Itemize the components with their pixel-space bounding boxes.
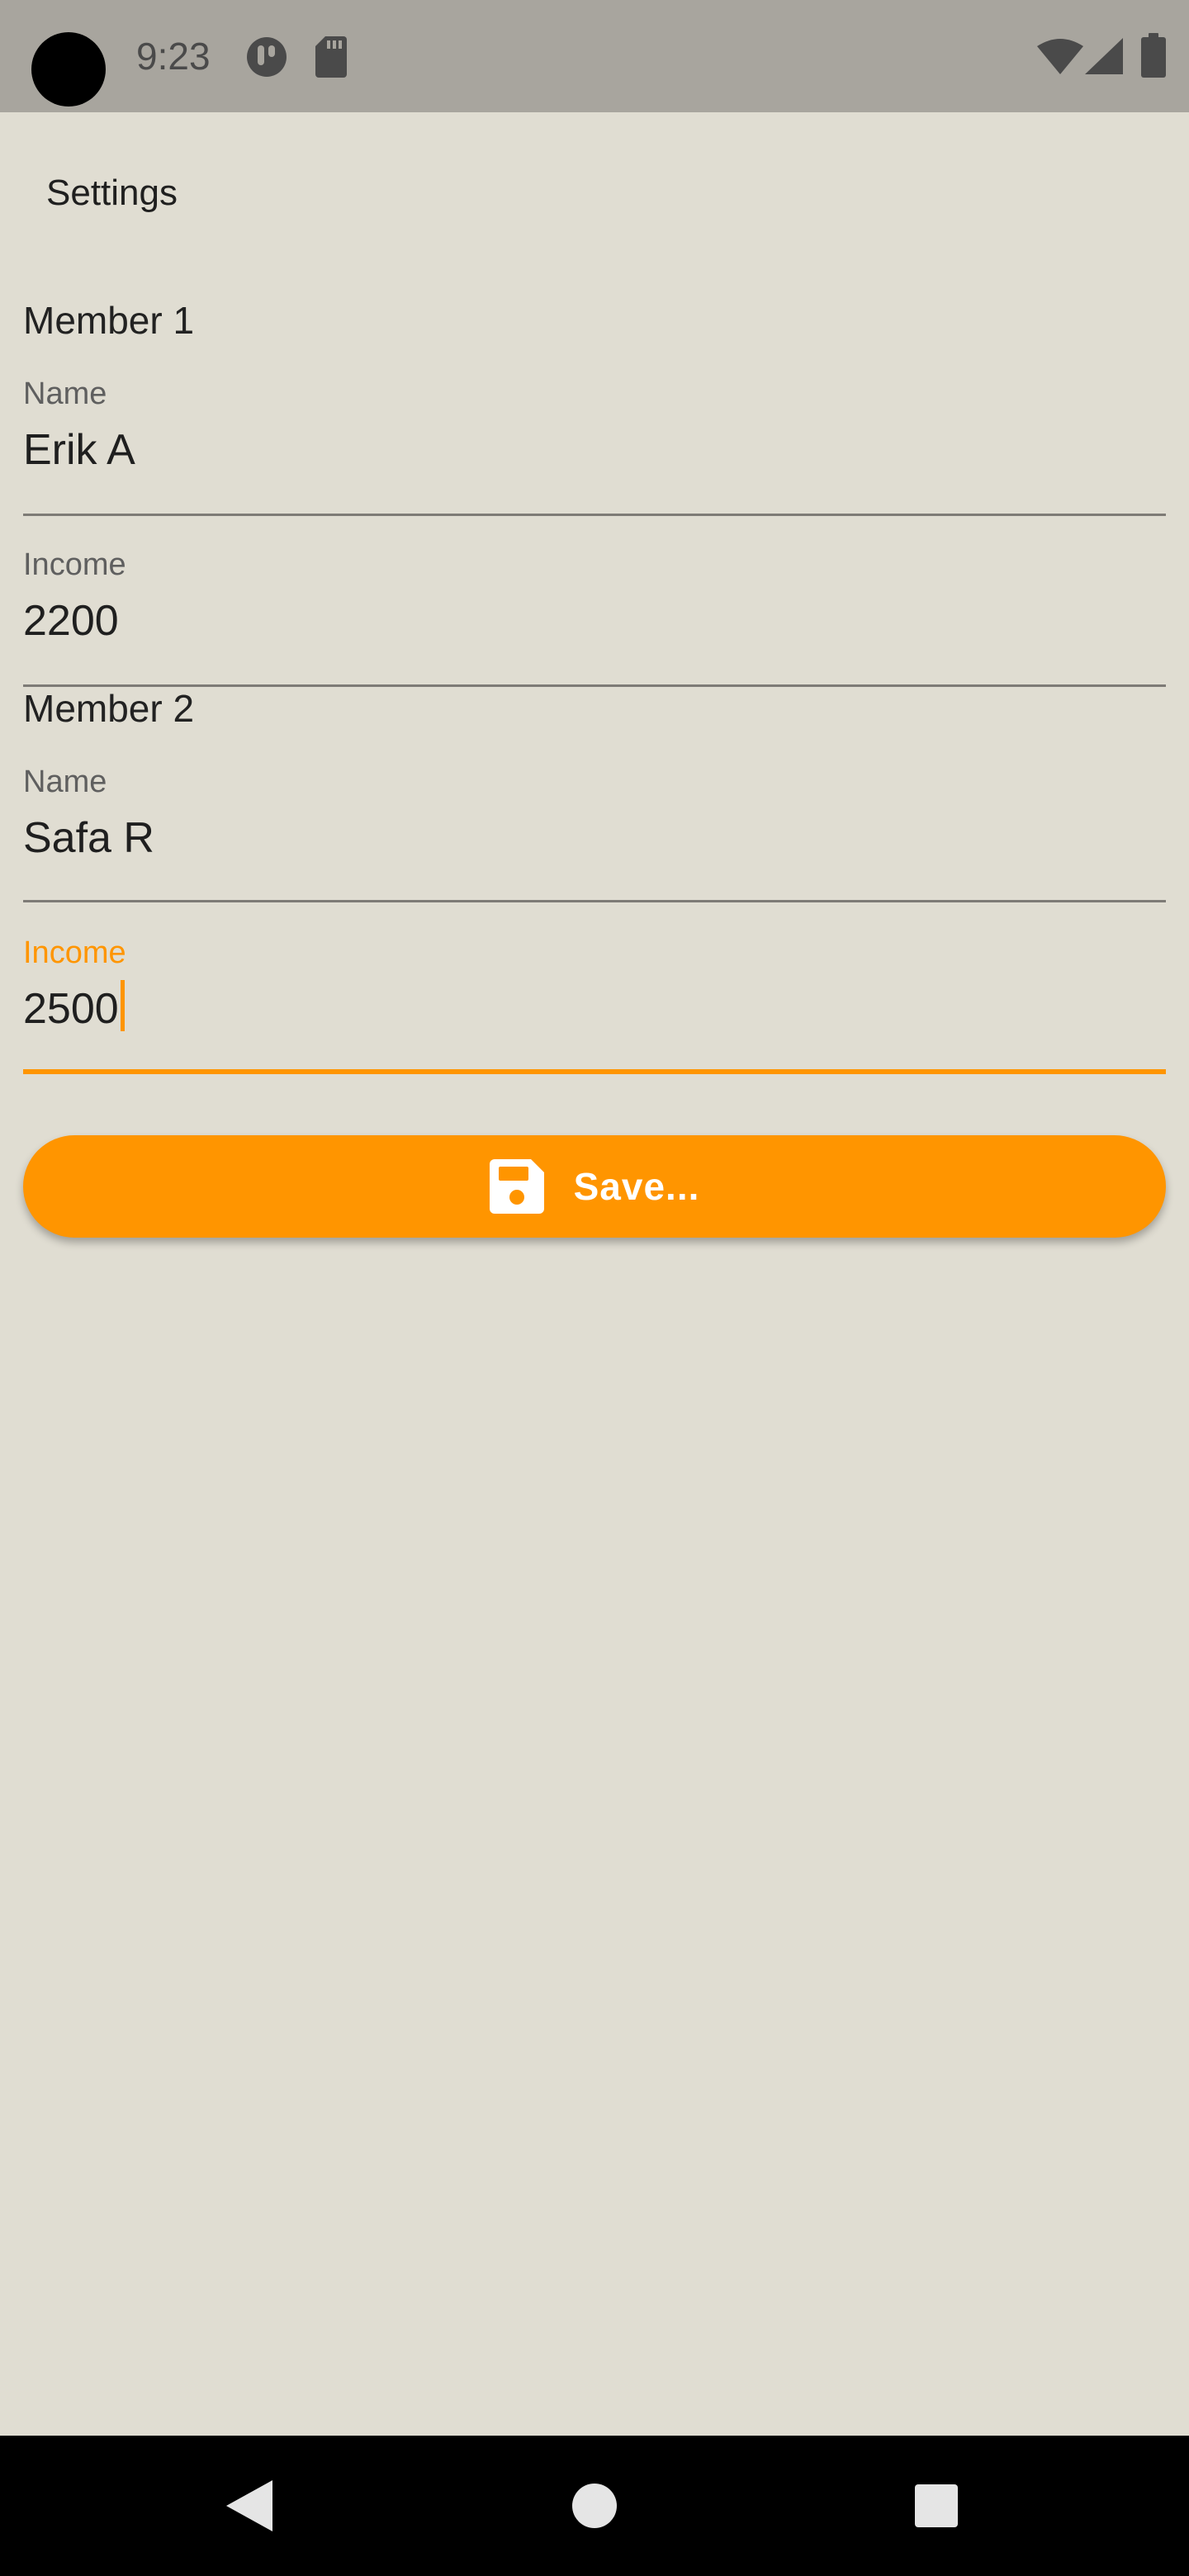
cellular-signal-icon [1085, 38, 1123, 74]
field-label: Name [23, 376, 107, 411]
field-label: Name [23, 765, 107, 799]
member-2-header: Member 2 [23, 687, 195, 730]
sd-card-icon [315, 36, 347, 78]
member-2-income-field[interactable]: Income 2500 [23, 932, 1166, 1077]
field-underline [23, 514, 1166, 516]
member-1-name-field[interactable]: Name Erik A [23, 373, 1166, 517]
field-value[interactable]: Safa R [23, 809, 154, 867]
battery-icon [1141, 33, 1166, 78]
field-label: Income [23, 935, 126, 970]
page-title: Settings [46, 173, 178, 213]
member-2-name-field[interactable]: Name Safa R [23, 761, 1166, 905]
field-value[interactable]: 2200 [23, 592, 119, 650]
member-1-header: Member 1 [23, 299, 195, 342]
field-label: Income [23, 547, 126, 582]
navigation-bar [0, 2436, 1189, 2576]
field-value-container[interactable]: 2500 [23, 980, 125, 1038]
recents-icon [915, 2484, 958, 2527]
field-underline [23, 684, 1166, 687]
wifi-icon [1037, 38, 1083, 74]
field-underline [23, 1069, 1166, 1074]
field-value[interactable]: 2500 [23, 985, 119, 1033]
back-button[interactable] [183, 2436, 315, 2576]
status-bar: 9:23 [0, 0, 1189, 112]
recents-button[interactable] [870, 2436, 1002, 2576]
home-icon [572, 2484, 617, 2528]
back-icon [226, 2480, 272, 2531]
save-button-label: Save... [573, 1165, 700, 1208]
camera-cutout [31, 32, 106, 107]
member-1-income-field[interactable]: Income 2200 [23, 544, 1166, 688]
save-button[interactable]: Save... [23, 1135, 1166, 1238]
floppy-disk-icon [489, 1159, 544, 1214]
field-value[interactable]: Erik A [23, 421, 135, 479]
home-button[interactable] [528, 2436, 661, 2576]
app-notification-icon [246, 36, 287, 78]
status-time: 9:23 [136, 35, 211, 78]
text-cursor [120, 980, 125, 1031]
field-underline [23, 900, 1166, 902]
